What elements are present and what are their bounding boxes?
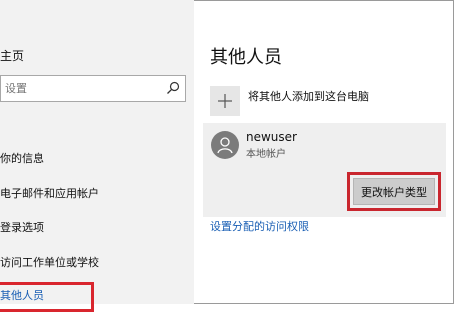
search-input[interactable]: [5, 80, 165, 97]
sidebar-item-your-info[interactable]: 你的信息: [0, 150, 44, 166]
avatar: [211, 131, 239, 159]
user-account-type: 本地帐户: [246, 149, 286, 160]
sidebar-home[interactable]: 主页: [0, 47, 24, 64]
person-icon: [217, 137, 233, 154]
add-other-user-button[interactable]: 将其他人添加到这台电脑: [210, 86, 430, 116]
change-account-type-button[interactable]: 更改帐户类型: [353, 178, 435, 205]
selected-item-highlight: [0, 282, 94, 312]
user-name: newuser: [246, 130, 297, 144]
add-tile: [210, 86, 240, 116]
assigned-access-link[interactable]: 设置分配的访问权限: [210, 218, 309, 234]
sidebar-item-sign-in-options[interactable]: 登录选项: [0, 219, 44, 235]
add-other-user-label: 将其他人添加到这台电脑: [248, 90, 369, 103]
sidebar-item-email-accounts[interactable]: 电子邮件和应用帐户: [0, 185, 99, 201]
plus-icon: [218, 94, 232, 108]
search-box[interactable]: [0, 75, 186, 102]
search-icon[interactable]: [166, 81, 180, 95]
sidebar-item-work-school[interactable]: 访问工作单位或学校: [0, 254, 99, 270]
sidebar: 主页 你的信息 电子邮件和应用帐户 登录选项 访问工作单位或学校 其他人员: [0, 0, 194, 312]
change-account-type-highlight: 更改帐户类型: [347, 172, 441, 211]
page-title: 其他人员: [210, 47, 282, 68]
main-content: 其他人员 将其他人添加到这台电脑 newuser 本地帐户 更改帐户类型 设置分…: [194, 0, 454, 304]
user-account-panel[interactable]: newuser 本地帐户 更改帐户类型: [203, 123, 446, 217]
